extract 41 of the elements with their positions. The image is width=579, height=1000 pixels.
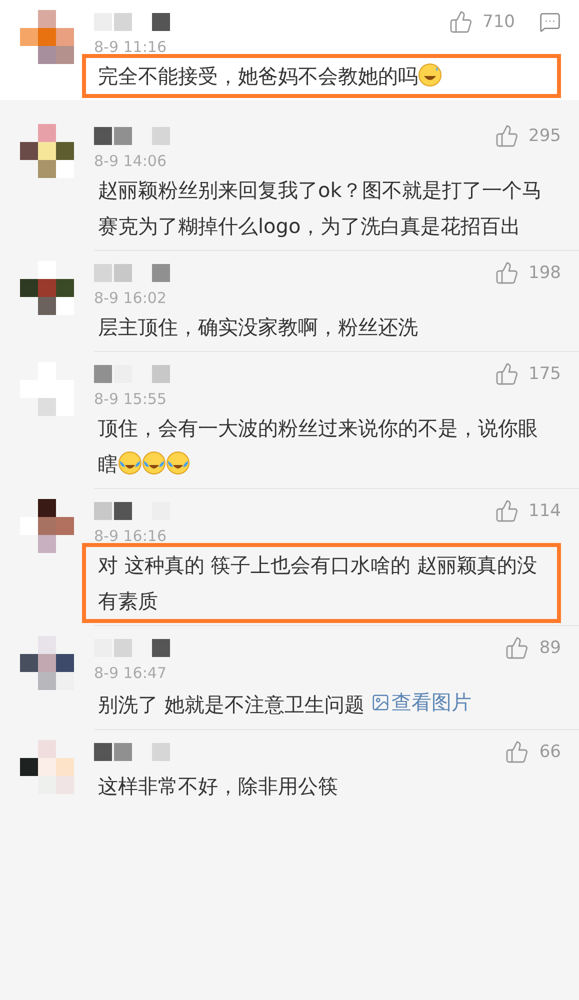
like-count: 295 (528, 126, 561, 146)
comment-time: 8-9 16:02 (94, 289, 168, 307)
avatar-mosaic-drawing (20, 362, 74, 416)
comment-time: 8-9 15:55 (94, 390, 168, 408)
comment-text: 层主顶住，确实没家教啊，粉丝还洗 (98, 314, 419, 341)
like-count: 114 (528, 501, 561, 521)
comment-text: 这样非常不好，除非用公筷 (98, 772, 339, 800)
comment-text: 赵丽颖粉丝别来回复我了ok？图不就是打了一个马赛克为了糊掉什么logo，为了洗白真是花招百出 (98, 177, 543, 240)
like-icon[interactable] (494, 261, 519, 285)
avatar-mosaic-drawing (20, 261, 74, 315)
like-count: 198 (528, 263, 561, 283)
comment-time: 8-9 16:47 (94, 664, 168, 682)
like-icon[interactable] (494, 362, 519, 386)
like-count: 89 (539, 638, 561, 658)
like-count: 175 (528, 364, 561, 384)
like-icon[interactable] (494, 124, 519, 148)
like-icon[interactable] (494, 499, 519, 523)
avatar-mosaic-drawing (20, 124, 74, 178)
emoji-icon (166, 451, 190, 475)
like-count: 710 (482, 12, 515, 32)
emoji-icon (418, 63, 442, 87)
comment-time: 8-9 11:16 (94, 38, 168, 56)
comment-text: 对 这种真的 筷子上也会有口水啥的 赵丽颖真的没有素质 (98, 552, 538, 615)
avatar-mosaic-drawing (20, 499, 74, 553)
comment-time: 8-9 16:16 (94, 527, 168, 545)
emoji-icon (142, 451, 166, 475)
view-image-link[interactable]: 查看图片 (370, 684, 472, 720)
like-icon[interactable] (505, 740, 530, 764)
avatar-mosaic-drawing (20, 740, 74, 794)
comment-text: 别洗了 她就是不注意卫生问题 查看图片 (98, 684, 545, 722)
avatar-mosaic-drawing (20, 10, 74, 64)
like-icon[interactable] (448, 10, 473, 34)
image-icon (370, 692, 390, 712)
comment-text: 完全不能接受，她爸妈不会教她的吗 (98, 58, 545, 94)
comment-time: 8-9 14:06 (94, 152, 168, 170)
comment-text: 顶住，会有一大波的粉丝过来说你的不是，说你眼瞎 (98, 415, 539, 478)
like-count: 66 (539, 742, 561, 762)
emoji-icon (118, 451, 142, 475)
like-icon[interactable] (505, 636, 530, 660)
comment-icon[interactable] (539, 11, 561, 33)
avatar-mosaic-drawing (20, 636, 74, 690)
